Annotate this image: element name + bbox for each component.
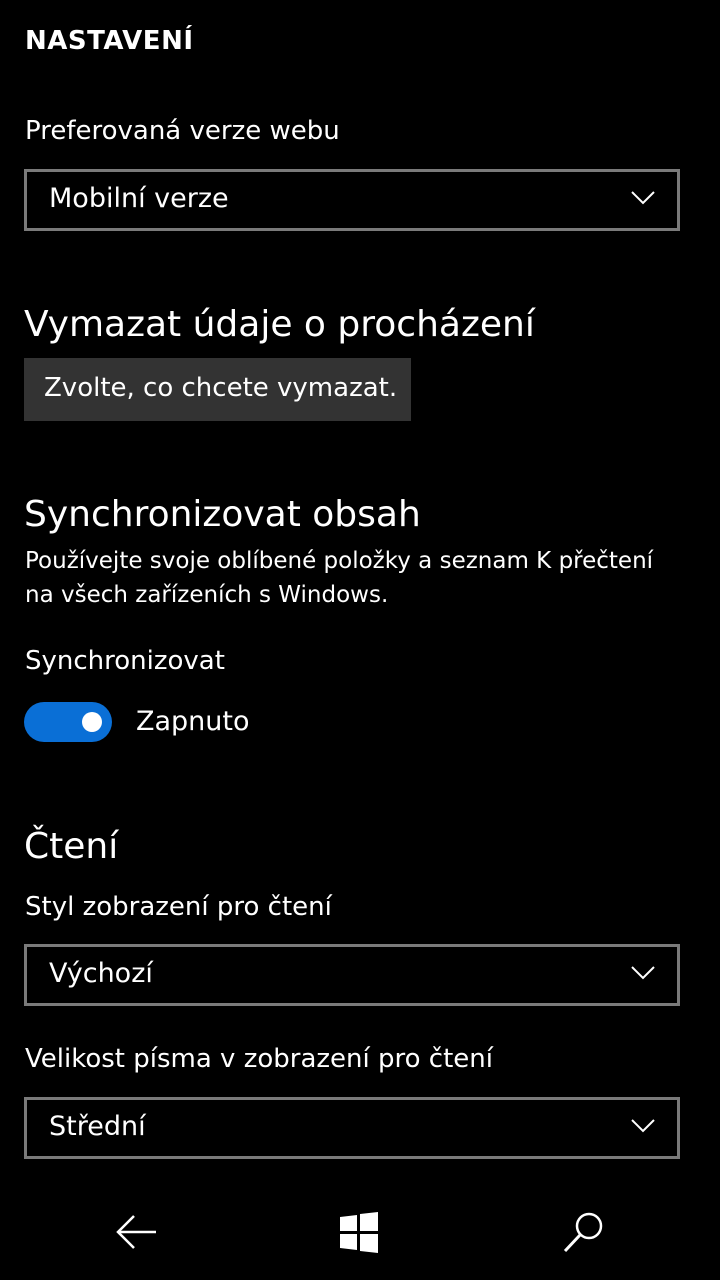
sync-toggle-state: Zapnuto: [136, 706, 250, 737]
reading-style-label: Styl zobrazení pro čtení: [25, 892, 332, 922]
sync-toggle-label: Synchronizovat: [25, 646, 225, 676]
web-version-value: Mobilní verze: [49, 183, 229, 214]
settings-page: NASTAVENÍ Preferovaná verze webu Mobilní…: [0, 0, 720, 1280]
reading-style-dropdown[interactable]: Výchozí: [24, 944, 680, 1006]
reading-heading: Čtení: [24, 826, 119, 867]
chevron-down-icon: [631, 1119, 655, 1133]
chevron-down-icon: [631, 191, 655, 205]
clear-data-heading: Vymazat údaje o procházení: [24, 304, 535, 345]
toggle-knob: [82, 712, 102, 732]
windows-logo-icon[interactable]: [338, 1210, 382, 1254]
chevron-down-icon: [631, 966, 655, 980]
navigation-bar: [0, 1180, 720, 1280]
page-title: NASTAVENÍ: [25, 26, 194, 56]
web-version-dropdown[interactable]: Mobilní verze: [24, 169, 680, 231]
font-size-value: Střední: [49, 1111, 146, 1142]
choose-what-to-clear-label: Zvolte, co chcete vymazat.: [44, 373, 398, 403]
choose-what-to-clear-button[interactable]: Zvolte, co chcete vymazat.: [24, 358, 411, 421]
search-icon[interactable]: [562, 1210, 606, 1254]
reading-style-value: Výchozí: [49, 958, 153, 989]
sync-heading: Synchronizovat obsah: [24, 494, 421, 535]
font-size-dropdown[interactable]: Střední: [24, 1097, 680, 1159]
sync-description: Používejte svoje oblíbené položky a sezn…: [25, 548, 654, 608]
sync-toggle[interactable]: [24, 702, 112, 742]
web-version-label: Preferovaná verze webu: [25, 116, 340, 146]
font-size-label: Velikost písma v zobrazení pro čtení: [25, 1044, 493, 1074]
back-arrow-icon[interactable]: [114, 1210, 158, 1254]
